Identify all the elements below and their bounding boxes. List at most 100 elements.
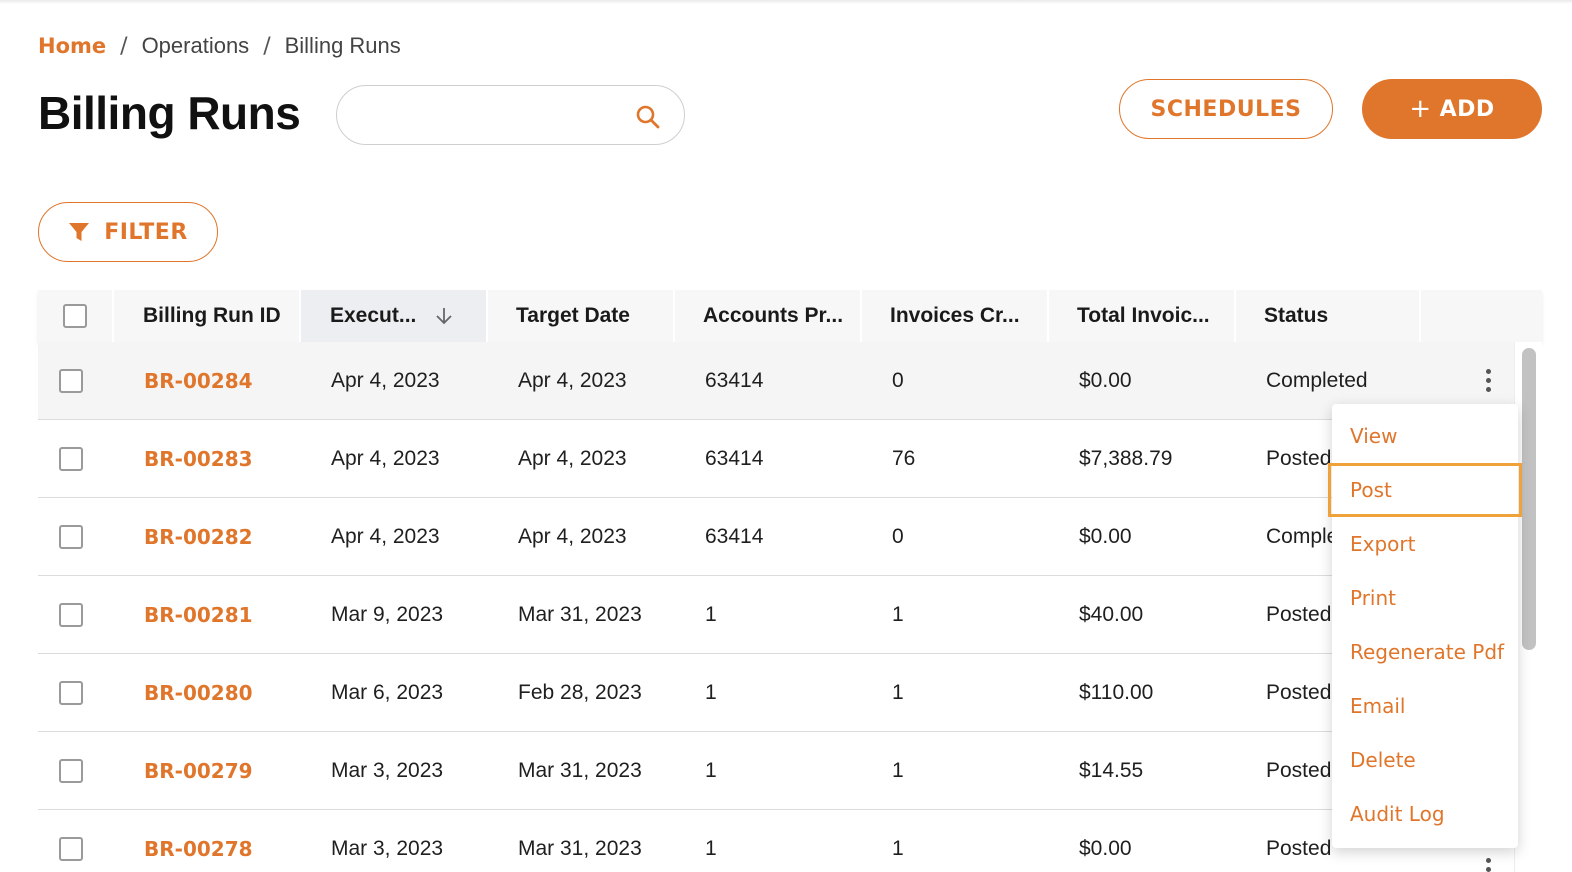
executed-date: Apr 4, 2023 [331, 524, 440, 548]
table-row[interactable]: BR-00284 Apr 4, 2023 Apr 4, 2023 63414 0… [38, 342, 1542, 420]
invoices-created: 0 [892, 368, 904, 392]
row-actions-menu-icon[interactable] [1476, 360, 1500, 400]
accounts-processed: 63414 [705, 368, 764, 392]
column-header-billing-run-id[interactable]: Billing Run ID [114, 290, 301, 342]
billing-run-id-link[interactable]: BR-00283 [144, 420, 253, 497]
table-header: Billing Run ID Execut... Target Date Acc… [38, 290, 1542, 342]
total-invoiced: $7,388.79 [1079, 446, 1173, 470]
column-header-invoices-created[interactable]: Invoices Cr... [862, 290, 1049, 342]
billing-run-id-link[interactable]: BR-00280 [144, 654, 253, 731]
table-scrollbar[interactable] [1514, 342, 1542, 872]
billing-run-id-link[interactable]: BR-00278 [144, 810, 253, 872]
status: Posted [1266, 680, 1332, 704]
total-invoiced: $0.00 [1079, 836, 1132, 860]
invoices-created: 1 [892, 602, 904, 626]
column-header-label: Total Invoic... [1077, 304, 1210, 327]
executed-date: Apr 4, 2023 [331, 368, 440, 392]
target-date: Mar 31, 2023 [518, 602, 642, 626]
target-date: Apr 4, 2023 [518, 446, 627, 470]
schedules-button[interactable]: SCHEDULES [1119, 79, 1333, 139]
column-header-accounts-processed[interactable]: Accounts Pr... [675, 290, 862, 342]
row-checkbox[interactable] [59, 758, 83, 783]
target-date: Mar 31, 2023 [518, 758, 642, 782]
row-checkbox[interactable] [59, 602, 83, 627]
total-invoiced: $110.00 [1079, 680, 1154, 704]
table-row[interactable]: BR-00281 Mar 9, 2023 Mar 31, 2023 1 1 $4… [38, 576, 1542, 654]
row-checkbox[interactable] [59, 446, 83, 471]
invoices-created: 76 [892, 446, 916, 470]
status: Posted [1266, 446, 1332, 470]
row-checkbox-cell [59, 732, 83, 809]
scrollbar-thumb[interactable] [1522, 348, 1536, 650]
accounts-processed: 1 [705, 680, 717, 704]
accounts-processed: 63414 [705, 446, 764, 470]
target-date: Feb 28, 2023 [518, 680, 642, 704]
select-all-cell [38, 290, 114, 342]
column-header-executed[interactable]: Execut... [301, 290, 488, 342]
table-row[interactable]: BR-00283 Apr 4, 2023 Apr 4, 2023 63414 7… [38, 420, 1542, 498]
menu-item-export[interactable]: Export [1332, 517, 1518, 571]
accounts-processed: 63414 [705, 524, 764, 548]
table-row[interactable]: BR-00278 Mar 3, 2023 Mar 31, 2023 1 1 $0… [38, 810, 1542, 872]
status: Posted [1266, 836, 1332, 860]
invoices-created: 0 [892, 524, 904, 548]
table-row[interactable]: BR-00282 Apr 4, 2023 Apr 4, 2023 63414 0… [38, 498, 1542, 576]
breadcrumb-separator: / [263, 33, 271, 59]
column-header-label: Target Date [516, 304, 630, 327]
breadcrumb-operations[interactable]: Operations [142, 33, 250, 59]
column-header-label: Accounts Pr... [703, 304, 844, 327]
breadcrumb-separator: / [120, 33, 128, 59]
menu-item-print[interactable]: Print [1332, 571, 1518, 625]
search-icon[interactable] [633, 102, 663, 132]
invoices-created: 1 [892, 836, 904, 860]
column-header-label: Status [1264, 304, 1329, 327]
breadcrumb-home-link[interactable]: Home [38, 34, 106, 58]
executed-date: Mar 9, 2023 [331, 602, 444, 626]
billing-run-id-link[interactable]: BR-00279 [144, 732, 253, 809]
row-actions-menu-icon[interactable] [1476, 856, 1500, 872]
column-header-status[interactable]: Status [1236, 290, 1421, 342]
row-checkbox[interactable] [59, 680, 83, 705]
row-actions-menu: View Post Export Print Regenerate Pdf Em… [1328, 404, 1522, 848]
add-button[interactable]: + ADD [1362, 79, 1542, 139]
column-header-target-date[interactable]: Target Date [488, 290, 675, 342]
accounts-processed: 1 [705, 836, 717, 860]
sort-descending-icon[interactable] [434, 306, 454, 326]
row-checkbox[interactable] [59, 524, 83, 549]
column-header-total-invoiced[interactable]: Total Invoic... [1049, 290, 1236, 342]
billing-run-id-link[interactable]: BR-00281 [144, 576, 253, 653]
invoices-created: 1 [892, 758, 904, 782]
search-input[interactable] [359, 100, 629, 130]
billing-run-id-link[interactable]: BR-00282 [144, 498, 253, 575]
filter-button[interactable]: FILTER [38, 202, 218, 262]
billing-run-id-link[interactable]: BR-00284 [144, 342, 253, 419]
breadcrumb-current: Billing Runs [284, 33, 401, 58]
menu-item-email[interactable]: Email [1332, 679, 1518, 733]
target-date: Apr 4, 2023 [518, 524, 627, 548]
target-date: Apr 4, 2023 [518, 368, 627, 392]
row-checkbox-cell [59, 420, 83, 497]
menu-item-view[interactable]: View [1332, 409, 1518, 463]
select-all-checkbox[interactable] [63, 304, 87, 328]
accounts-processed: 1 [705, 602, 717, 626]
schedules-button-label: SCHEDULES [1150, 96, 1302, 122]
menu-item-delete[interactable]: Delete [1332, 733, 1518, 787]
invoices-created: 1 [892, 680, 904, 704]
plus-icon: + [1409, 94, 1432, 124]
table-row[interactable]: BR-00279 Mar 3, 2023 Mar 31, 2023 1 1 $1… [38, 732, 1542, 810]
row-checkbox[interactable] [59, 836, 83, 861]
filter-icon [69, 223, 90, 241]
menu-item-post[interactable]: Post [1328, 463, 1522, 517]
column-header-label: Execut... [330, 304, 417, 327]
table-row[interactable]: BR-00280 Mar 6, 2023 Feb 28, 2023 1 1 $1… [38, 654, 1542, 732]
menu-item-regenerate-pdf[interactable]: Regenerate Pdf [1332, 625, 1518, 679]
total-invoiced: $0.00 [1079, 524, 1132, 548]
menu-item-audit-log[interactable]: Audit Log [1332, 787, 1518, 841]
target-date: Mar 31, 2023 [518, 836, 642, 860]
column-header-label: Billing Run ID [143, 304, 281, 327]
add-button-label: ADD [1439, 96, 1495, 122]
row-checkbox[interactable] [59, 368, 83, 393]
executed-date: Mar 3, 2023 [331, 836, 444, 860]
executed-date: Apr 4, 2023 [331, 446, 440, 470]
breadcrumb: Home / Operations / Billing Runs [38, 32, 401, 60]
